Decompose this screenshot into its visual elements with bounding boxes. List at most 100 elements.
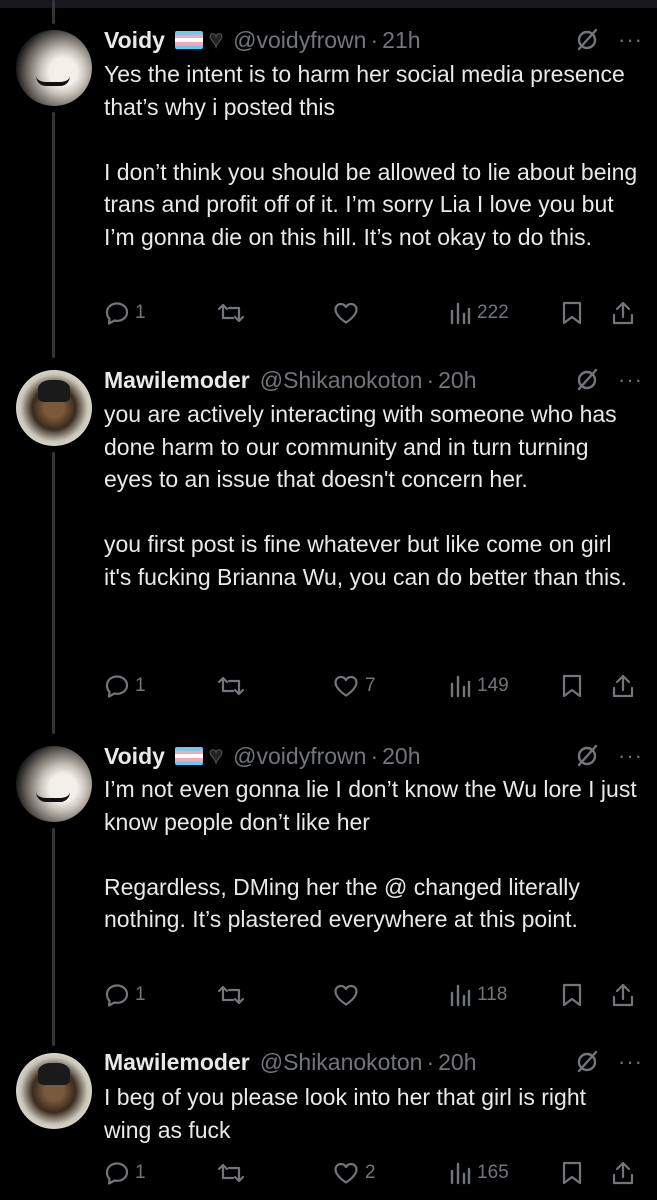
display-name[interactable]: Mawilemoder	[104, 367, 250, 394]
retweet-icon	[217, 1163, 245, 1183]
views-count: 222	[477, 302, 509, 323]
avatar[interactable]	[16, 746, 92, 822]
views-button[interactable]: 149	[448, 670, 509, 702]
action-bar: 1 222	[104, 297, 644, 329]
retweet-button[interactable]	[216, 670, 251, 702]
thread-line	[52, 828, 55, 1046]
bookmark-button[interactable]	[560, 1157, 584, 1189]
views-button[interactable]: 118	[448, 979, 507, 1011]
like-button[interactable]: 2	[332, 1157, 376, 1189]
more-icon[interactable]: ···	[618, 367, 643, 393]
handle[interactable]: @Shikanokoton	[260, 367, 423, 394]
reply-count: 1	[135, 984, 146, 1005]
reply-count: 1	[135, 302, 146, 323]
tweet-paragraph: I beg of you please look into her that g…	[104, 1084, 587, 1143]
tweet-header: Mawilemoder @Shikanokoton · 20h ···	[104, 1046, 643, 1078]
separator-dot: ·	[426, 366, 435, 393]
share-button[interactable]	[610, 1157, 636, 1189]
separator-dot: ·	[426, 1048, 435, 1075]
reply-button[interactable]: 1	[104, 979, 146, 1011]
share-button[interactable]	[610, 979, 636, 1011]
timestamp[interactable]: 20h	[382, 743, 420, 770]
bookmark-icon	[562, 1161, 582, 1185]
bookmark-button[interactable]	[560, 979, 584, 1011]
tweet-paragraph: you are actively interacting with someon…	[104, 401, 617, 492]
reply-count: 1	[135, 1162, 146, 1183]
views-button[interactable]: 222	[448, 297, 509, 329]
grok-icon[interactable]	[574, 743, 600, 769]
share-icon	[612, 983, 634, 1007]
views-count: 165	[477, 1162, 509, 1183]
like-button[interactable]	[332, 979, 365, 1011]
thread-line	[52, 0, 55, 24]
reply-count: 1	[135, 675, 146, 696]
top-edge	[0, 0, 657, 8]
bookmark-icon	[562, 301, 582, 325]
views-button[interactable]: 165	[448, 1157, 509, 1189]
more-icon[interactable]: ···	[618, 27, 643, 53]
retweet-button[interactable]	[216, 297, 251, 329]
retweet-button[interactable]	[216, 1157, 251, 1189]
black-heart-icon: ♥	[208, 742, 224, 770]
more-icon[interactable]: ···	[618, 1049, 643, 1075]
tweet-paragraph: you first post is fine whatever but like…	[104, 531, 628, 590]
more-icon[interactable]: ···	[618, 743, 643, 769]
like-count: 7	[365, 675, 376, 696]
tweet-paragraph: Regardless, DMing her the @ changed lite…	[104, 873, 580, 933]
action-bar: 1 118	[104, 979, 644, 1011]
reply-button[interactable]: 1	[104, 1157, 146, 1189]
separator-dot: ·	[370, 742, 379, 769]
tweet-paragraph: I’m not even gonna lie I don’t know the …	[104, 776, 637, 835]
tweet-header: Voidy ♥ @voidyfrown · 20h ···	[104, 740, 643, 772]
views-icon	[450, 675, 471, 698]
retweet-icon	[217, 676, 245, 696]
like-button[interactable]: 7	[332, 670, 376, 702]
tweet-paragraph: Yes the intent is to harm her social med…	[104, 61, 625, 120]
avatar[interactable]	[16, 370, 92, 446]
share-icon	[612, 674, 634, 698]
thread-line	[52, 112, 55, 358]
bookmark-icon	[562, 983, 582, 1007]
like-icon	[334, 675, 358, 697]
grok-icon[interactable]	[574, 1049, 600, 1075]
views-count: 118	[477, 984, 508, 1005]
display-name[interactable]: Voidy	[104, 743, 165, 770]
grok-icon[interactable]	[574, 27, 600, 53]
timestamp[interactable]: 20h	[438, 367, 476, 394]
like-icon	[334, 984, 358, 1006]
handle[interactable]: @voidyfrown	[233, 27, 366, 54]
reply-button[interactable]: 1	[104, 670, 146, 702]
bookmark-button[interactable]	[560, 670, 584, 702]
reply-icon	[105, 1162, 129, 1185]
bookmark-button[interactable]	[560, 297, 584, 329]
views-count: 149	[477, 675, 509, 696]
timestamp[interactable]: 20h	[438, 1049, 476, 1076]
share-button[interactable]	[610, 670, 636, 702]
tweet-text: I’m not even gonna lie I don’t know the …	[104, 773, 639, 936]
like-button[interactable]	[332, 297, 365, 329]
tweet-text: I beg of you please look into her that g…	[104, 1081, 639, 1146]
avatar[interactable]	[16, 1053, 92, 1129]
handle[interactable]: @voidyfrown	[233, 743, 366, 770]
tweet-paragraph: I don’t think you should be allowed to l…	[104, 158, 638, 250]
tweet-text: you are actively interacting with someon…	[104, 398, 639, 593]
timestamp[interactable]: 21h	[382, 27, 420, 54]
tweet-header: Voidy ♥ @voidyfrown · 21h ···	[104, 24, 643, 56]
retweet-icon	[217, 303, 245, 323]
grok-icon[interactable]	[574, 367, 600, 393]
display-name[interactable]: Voidy	[104, 27, 165, 54]
separator-dot: ·	[370, 26, 379, 53]
display-name[interactable]: Mawilemoder	[104, 1049, 250, 1076]
reply-button[interactable]: 1	[104, 297, 146, 329]
handle[interactable]: @Shikanokoton	[260, 1049, 423, 1076]
thread-line	[52, 452, 55, 734]
trans-flag-icon	[174, 747, 203, 765]
share-button[interactable]	[610, 297, 636, 329]
tweet-text: Yes the intent is to harm her social med…	[104, 58, 639, 253]
share-icon	[612, 301, 634, 325]
retweet-button[interactable]	[216, 979, 251, 1011]
avatar[interactable]	[16, 30, 92, 106]
views-icon	[450, 302, 471, 325]
reply-icon	[105, 675, 129, 698]
trans-flag-icon	[174, 31, 203, 49]
